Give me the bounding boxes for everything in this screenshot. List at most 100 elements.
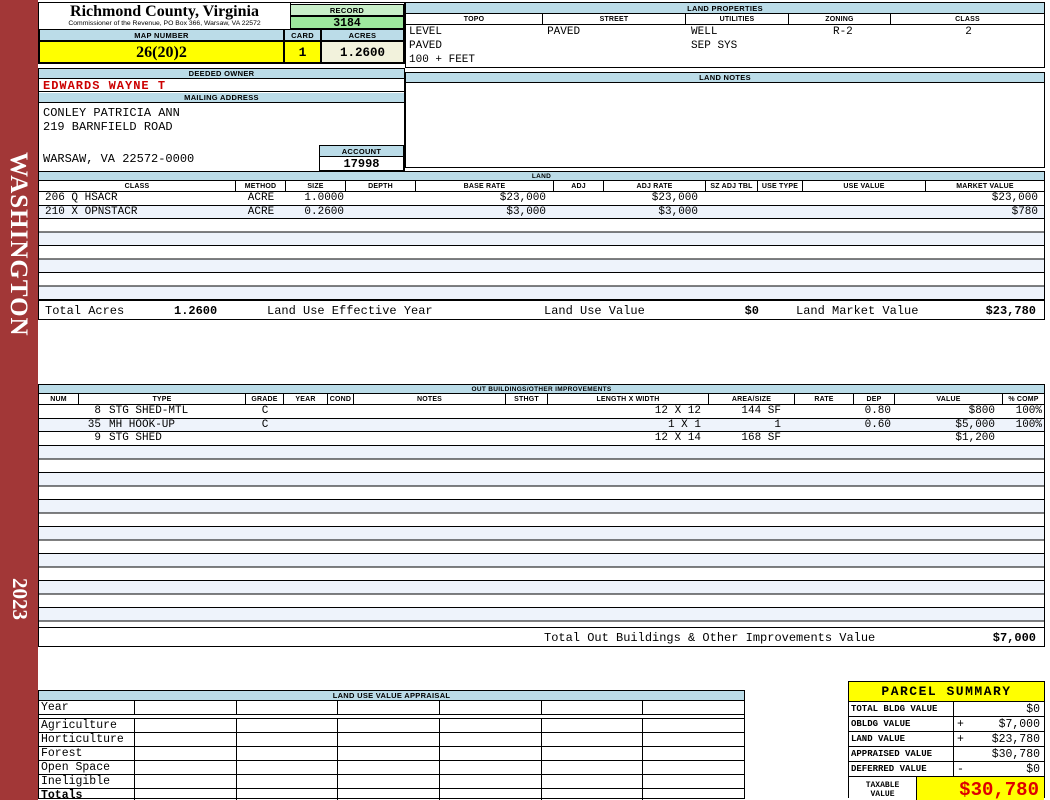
summary-value: $7,000 [998,718,1040,731]
taxable-value: $30,780 [917,777,1044,800]
land-notes-box: LAND NOTES [405,72,1045,168]
col-grade: GRADE [246,394,284,404]
lua-cell [643,733,744,746]
lua-cell [440,761,542,774]
map-number-value: 26(20)2 [39,41,284,63]
cell-type: STG SHED [109,432,162,445]
lua-cell [643,719,744,732]
summary-label: OBLDG VALUE [849,717,954,731]
cell-grade: C [261,418,269,431]
lua-cell [440,719,542,732]
lua-cell [440,775,542,788]
summary-label: DEFERRED VALUE [849,762,954,776]
cell-adj-rate: $23,000 [651,192,698,205]
col-sthgt: STHGT [506,394,548,404]
summary-row-taxable: TAXABLE VALUE $30,780 [849,777,1044,800]
lua-cell [135,789,237,800]
lua-row-label: Forest [39,747,135,760]
summary-row-appraised: APPRAISED VALUE $30,780 [849,746,1044,762]
lua-cell [643,775,744,788]
mailing-address-label: MAILING ADDRESS [39,93,404,103]
street-value [544,54,688,68]
lua-cell [338,701,441,714]
col-value: VALUE [895,394,1003,404]
cell-value: $1,200 [955,432,995,445]
col-notes: NOTES [354,394,506,404]
lua-cell [542,789,644,800]
lua-cell [338,761,441,774]
out-buildings-table: OUT BUILDINGS/OTHER IMPROVEMENTS NUM TYP… [38,384,1045,647]
lua-cell [338,733,441,746]
col-market-value: MARKET VALUE [956,182,1014,190]
col-length-width: LENGTH X WIDTH [548,394,709,404]
lua-cell [338,747,441,760]
cell-market-value: $23,000 [991,192,1038,205]
cell-size: 0.2600 [304,205,344,218]
out-buildings-total-label: Total Out Buildings & Other Improvements… [544,630,876,645]
property-record-card: WASHINGTON 2023 Richmond County, Virgini… [0,0,1050,800]
lua-cell [643,789,744,800]
land-row: 206 Q HSACR ACRE 1.0000 $23,000 $23,000 … [39,192,1044,206]
col-num: NUM [39,394,79,404]
sidebar-state-label: WASHINGTON [5,152,32,337]
class-value: 2 [965,26,972,38]
topo-value: PAVED [409,40,443,52]
lua-cell [542,719,644,732]
land-rows: 206 Q HSACR ACRE 1.0000 $23,000 $23,000 … [39,192,1044,321]
summary-value: $0 [1026,703,1040,716]
land-use-appraisal-title: LAND USE VALUE APPRAISAL [39,691,744,701]
col-class: CLASS [955,15,980,23]
total-acres-value: 1.2600 [174,304,218,318]
land-market-value-label: Land Market Value [796,304,919,318]
summary-value: $30,780 [991,748,1040,761]
address-line-3: WARSAW, VA 22572-0000 [43,152,195,166]
acres-value: 1.2600 [321,41,404,63]
cell-dep: 0.80 [864,405,891,418]
summary-operator: + [957,718,964,731]
cell-type: MH HOOK-UP [109,418,176,431]
summary-value: $23,780 [991,733,1040,746]
lua-row-horticulture: Horticulture [39,733,744,747]
sidebar: WASHINGTON 2023 [0,0,38,800]
card-value: 1 [284,41,321,63]
lua-cell [338,789,441,800]
effective-year-label: Land Use Effective Year [267,304,433,318]
land-use-value-label: Land Use Value [544,304,645,318]
lua-row-label: Agriculture [39,719,135,732]
land-notes-body [406,83,1044,167]
zoning-value: R-2 [832,26,853,38]
cell-base-rate: $3,000 [506,205,546,218]
cell-method: ACRE [247,205,275,218]
parcel-summary-title: PARCEL SUMMARY [849,682,1044,702]
out-buildings-columns: NUM TYPE GRADE YEAR COND NOTES STHGT LEN… [39,394,1044,405]
land-properties-columns: TOPO STREET UTILITIES ZONING CLASS [406,14,1044,25]
col-area-size: AREA/SIZE [709,394,795,404]
col-adj-rate: ADJ RATE [604,181,706,191]
lua-row-ineligible: Ineligible [39,775,744,789]
zoning-value [793,40,894,54]
out-buildings-empty-rows [39,445,1044,627]
col-use-type: USE TYPE [758,181,803,191]
lua-row-label: Year [39,701,135,714]
land-use-value: $0 [744,304,759,318]
cell-value: $5,000 [955,418,995,431]
utilities-value [688,54,793,68]
lua-row-totals: Totals [39,789,744,800]
utilities-value: WELL [691,26,718,38]
lua-cell [643,701,744,714]
lua-cell [135,747,237,760]
lua-cell [135,761,237,774]
land-row: 210 X OPNSTACR ACRE 0.2600 $3,000 $3,000… [39,205,1044,219]
lua-row-forest: Forest [39,747,744,761]
lua-cell [237,761,339,774]
owner-box: DEEDED OWNER EDWARDS WAYNE T MAILING ADD… [38,68,405,172]
land-table: LAND CLASS METHOD SIZE DEPTH BASE RATE A… [38,171,1045,320]
account-value: 17998 [319,157,404,171]
col-use-value: USE VALUE [803,181,926,191]
acres-label: ACRES [321,29,404,41]
lua-cell [643,747,744,760]
summary-value-cell: $30,780 [954,746,1044,761]
total-acres-label: Total Acres [45,304,125,318]
class-value [893,54,1044,68]
class-value [893,40,1044,54]
